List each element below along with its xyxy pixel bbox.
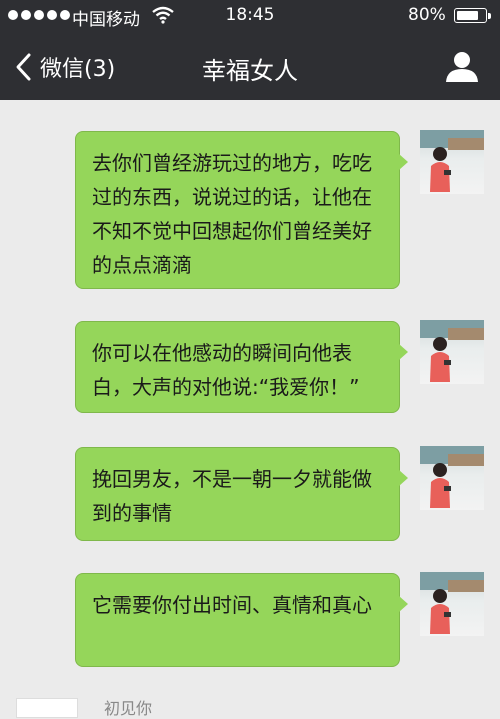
chat-header: 微信(3) 幸福女人 [0, 34, 500, 100]
status-bar: 中国移动 18:45 80% [0, 0, 500, 34]
avatar[interactable] [420, 572, 484, 636]
message-text: 挽回男友，不是一朝一夕就能做到的事情 [92, 467, 372, 525]
message-bubble[interactable]: 你可以在他感动的瞬间向他表白，大声的对他说:“我爱你！” [75, 321, 408, 413]
message-text: 你可以在他感动的瞬间向他表白，大声的对他说:“我爱你！” [92, 341, 360, 399]
person-icon[interactable] [444, 48, 480, 84]
avatar[interactable] [420, 446, 484, 510]
avatar[interactable] [420, 130, 484, 194]
avatar-photo [420, 572, 484, 634]
avatar-photo [420, 320, 484, 382]
battery-icon [454, 8, 491, 23]
battery-percent: 80% [408, 5, 446, 25]
message-text: 去你们曾经游玩过的地方，吃吃过的东西，说说过的话，让他在不知不觉中回想起你们曾经… [92, 151, 372, 277]
avatar-photo [420, 446, 484, 508]
incoming-sender-name: 初见你 [104, 699, 153, 718]
message-text: 它需要你付出时间、真情和真心 [92, 593, 372, 617]
chat-title: 幸福女人 [202, 57, 298, 85]
message-bubble[interactable]: 去你们曾经游玩过的地方，吃吃过的东西，说说过的话，让他在不知不觉中回想起你们曾经… [75, 131, 408, 289]
message-bubble[interactable]: 它需要你付出时间、真情和真心 [75, 573, 408, 667]
avatar-photo [420, 130, 484, 192]
message-bubble[interactable]: 挽回男友，不是一朝一夕就能做到的事情 [75, 447, 408, 541]
incoming-avatar[interactable] [16, 698, 78, 718]
avatar[interactable] [420, 320, 484, 384]
